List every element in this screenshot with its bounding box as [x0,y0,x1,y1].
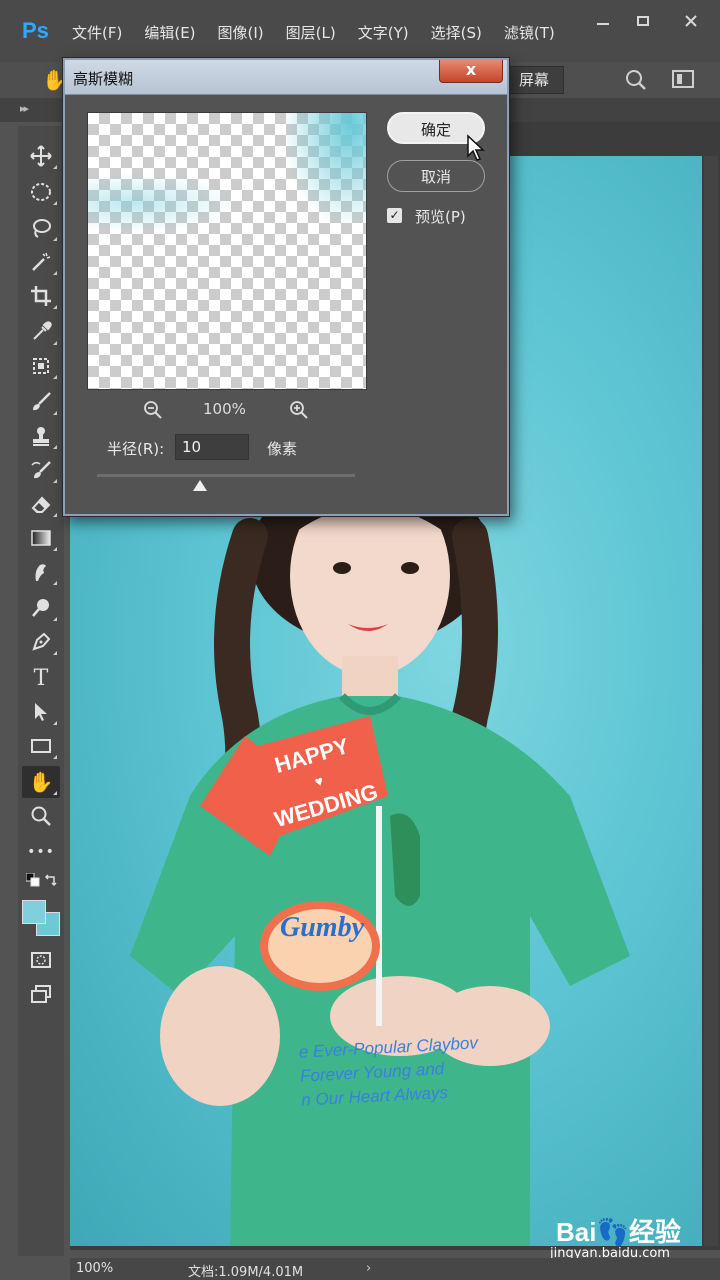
radius-slider-thumb[interactable] [193,480,208,491]
spot-healing-icon[interactable] [22,350,60,382]
gradient-icon[interactable] [22,522,60,554]
tools-panel: T ✋ ••• [18,126,64,1256]
menu-file[interactable]: 文件(F) [72,22,122,43]
type-icon[interactable]: T [22,662,60,694]
screen-mode-icon[interactable] [22,978,60,1010]
quick-mask-icon[interactable] [22,944,60,976]
menu-image[interactable]: 图像(I) [218,22,264,43]
preview-blur-tint-2 [88,173,238,233]
maximize-icon[interactable] [628,10,658,36]
smudge-icon[interactable] [22,556,60,588]
zoom-out-icon[interactable] [143,400,163,420]
collapse-panel-icon[interactable]: ▸▸ [20,102,29,115]
shirt-slogan: e Ever-Popular Claybov Forever Young and… [298,1031,481,1112]
menu-items: 文件(F) 编辑(E) 图像(I) 图层(L) 文字(Y) 选择(S) 滤镜(T… [72,22,577,43]
menu-type[interactable]: 文字(Y) [358,22,409,43]
vertical-scrollbar[interactable] [704,156,718,1246]
dialog-title-bar[interactable]: 高斯模糊 x [65,60,507,95]
path-select-icon[interactable] [22,696,60,728]
dialog-close-button[interactable]: x [439,60,503,83]
menu-select[interactable]: 选择(S) [431,22,482,43]
crop-icon[interactable] [22,280,60,312]
history-brush-icon[interactable] [22,454,60,486]
fill-screen-button[interactable]: 屏幕 [504,66,564,94]
swap-colors-icon[interactable] [40,870,62,890]
status-menu-arrow[interactable]: › [366,1261,371,1276]
search-icon[interactable] [624,68,648,92]
gaussian-blur-dialog: 高斯模糊 x 确定 取消 ✓ 预览(P) 100% 半径(R): 10 像素 [63,58,509,516]
hand-glyph: ✋ [28,770,54,794]
app-logo: Ps [22,18,49,43]
dialog-title: 高斯模糊 [73,70,134,88]
menu-edit[interactable]: 编辑(E) [144,22,195,43]
zoom-in-icon[interactable] [289,400,309,420]
preview-zoom-percent: 100% [203,400,246,418]
radius-label: 半径(R): [107,440,165,458]
more-icon[interactable]: ••• [22,836,60,868]
radius-unit: 像素 [267,440,298,458]
preview-checkbox[interactable]: ✓ [387,208,402,223]
status-bar: 100% 文档:1.09M/4.01M › [70,1258,720,1280]
eraser-icon[interactable] [22,488,60,520]
stamp-icon[interactable] [22,420,60,452]
menu-bar: Ps 文件(F) 编辑(E) 图像(I) 图层(L) 文字(Y) 选择(S) 滤… [0,0,720,63]
workspace-icon[interactable] [672,70,694,88]
cancel-button[interactable]: 取消 [387,160,485,192]
eyedropper-icon[interactable] [22,316,60,348]
minimize-icon[interactable] [588,10,618,36]
zoom-icon[interactable] [22,800,60,832]
brush-icon[interactable] [22,386,60,418]
close-icon[interactable] [676,10,706,36]
preview-blur-tint [286,113,366,223]
filter-preview[interactable] [87,112,367,390]
shirt-brand-text: Gumby [280,912,364,943]
hand-icon[interactable]: ✋ [22,766,60,798]
preview-label: 预览(P) [415,208,466,226]
rectangle-icon[interactable] [22,730,60,762]
watermark-logo: Bai👣经验 [556,1217,681,1247]
radius-slider-track[interactable] [97,474,355,477]
marquee-icon[interactable] [22,176,60,208]
status-doc-size: 文档:1.09M/4.01M [188,1265,304,1280]
radius-input[interactable]: 10 [175,434,249,460]
foreground-color-swatch[interactable] [22,900,46,924]
menu-filter[interactable]: 滤镜(T) [504,22,555,43]
mouse-cursor-icon [466,134,486,162]
move-icon[interactable] [22,140,60,172]
lasso-icon[interactable] [22,212,60,244]
status-zoom[interactable]: 100% [76,1261,126,1276]
magic-wand-icon[interactable] [22,246,60,278]
dodge-icon[interactable] [22,592,60,624]
menu-layer[interactable]: 图层(L) [286,22,336,43]
pen-icon[interactable] [22,626,60,658]
